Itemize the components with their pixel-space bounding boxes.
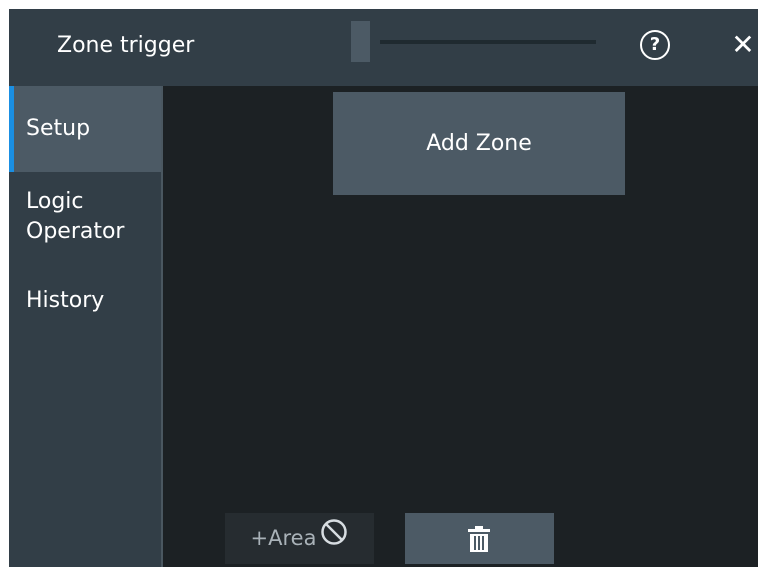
zone-trigger-dialog: Zone trigger ? ✕ Setup Logic Operator Hi… [9,9,758,567]
tab-label: Logic Operator [26,189,125,244]
add-area-button[interactable]: +Area [225,513,374,564]
tab-history[interactable]: History [9,286,161,336]
add-zone-button[interactable]: Add Zone [333,92,625,195]
sidebar-divider [161,86,163,567]
transparency-slider-handle[interactable] [351,21,370,62]
tab-logic-operator[interactable]: Logic Operator [9,187,149,267]
prohibited-icon [320,514,348,565]
help-button[interactable]: ? [640,30,670,60]
tab-label: History [26,288,105,313]
active-tab-indicator [9,86,14,172]
tab-label: Setup [26,116,91,141]
delete-zone-button[interactable] [405,513,554,564]
transparency-slider-track[interactable] [380,40,596,44]
question-circle-icon: ? [649,34,661,55]
close-icon: ✕ [731,28,755,61]
dialog-title: Zone trigger [57,33,195,58]
tab-setup[interactable]: Setup [9,86,161,172]
title-bar: Zone trigger ? ✕ [9,9,758,86]
close-button[interactable]: ✕ [728,27,758,63]
add-area-label: +Area [250,526,317,550]
sidebar: Setup Logic Operator History [9,86,161,567]
